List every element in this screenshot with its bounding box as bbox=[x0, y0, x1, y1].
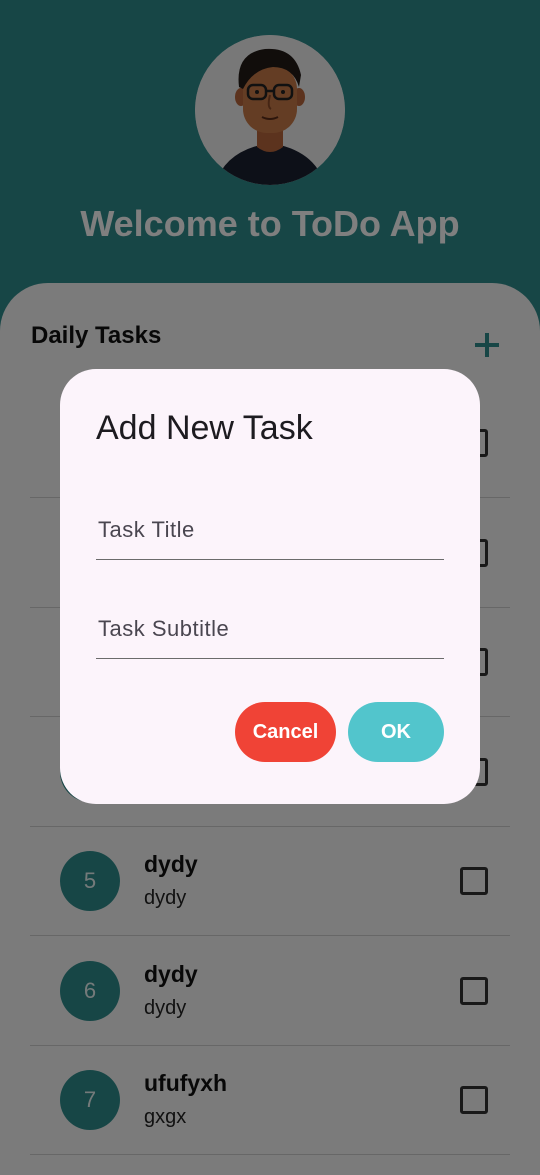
add-task-dialog: Add New Task Cancel OK bbox=[60, 369, 480, 804]
task-title-input[interactable] bbox=[96, 500, 444, 560]
dialog-title: Add New Task bbox=[96, 409, 313, 447]
ok-button[interactable]: OK bbox=[348, 702, 444, 762]
task-subtitle-input[interactable] bbox=[96, 599, 444, 659]
cancel-button[interactable]: Cancel bbox=[235, 702, 336, 762]
